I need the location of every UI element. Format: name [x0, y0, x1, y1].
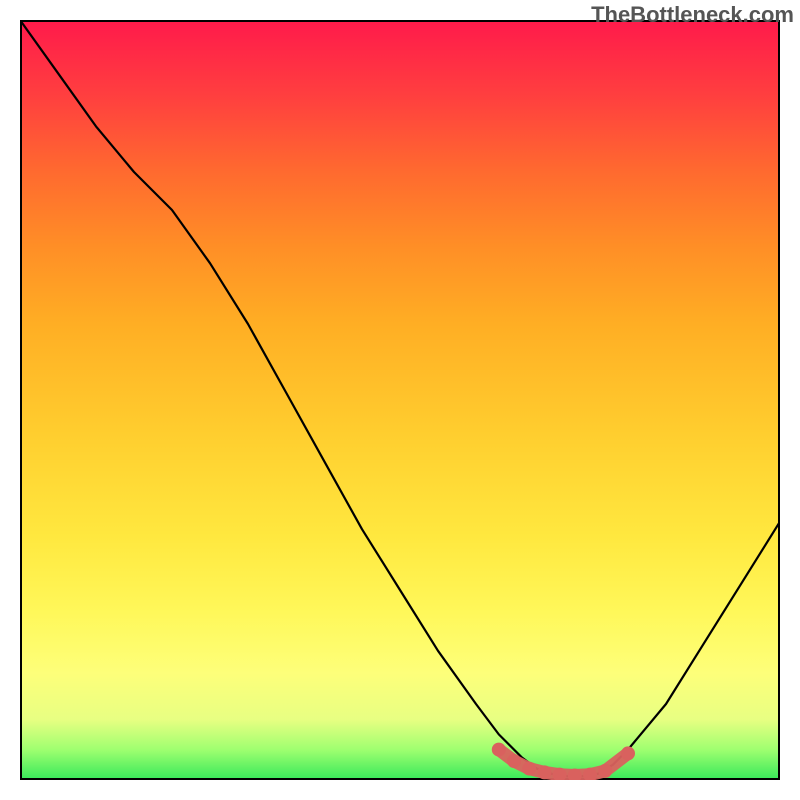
- bottleneck-curve: [20, 20, 780, 776]
- marker-dot: [598, 764, 612, 778]
- chart-container: TheBottleneck.com: [0, 0, 800, 800]
- line-chart-svg: [20, 20, 780, 780]
- marker-dot: [537, 765, 551, 779]
- marker-dot: [621, 746, 635, 760]
- marker-dot: [522, 762, 536, 776]
- marker-dot: [492, 743, 506, 757]
- marker-dot: [507, 754, 521, 768]
- watermark-text: TheBottleneck.com: [591, 2, 794, 28]
